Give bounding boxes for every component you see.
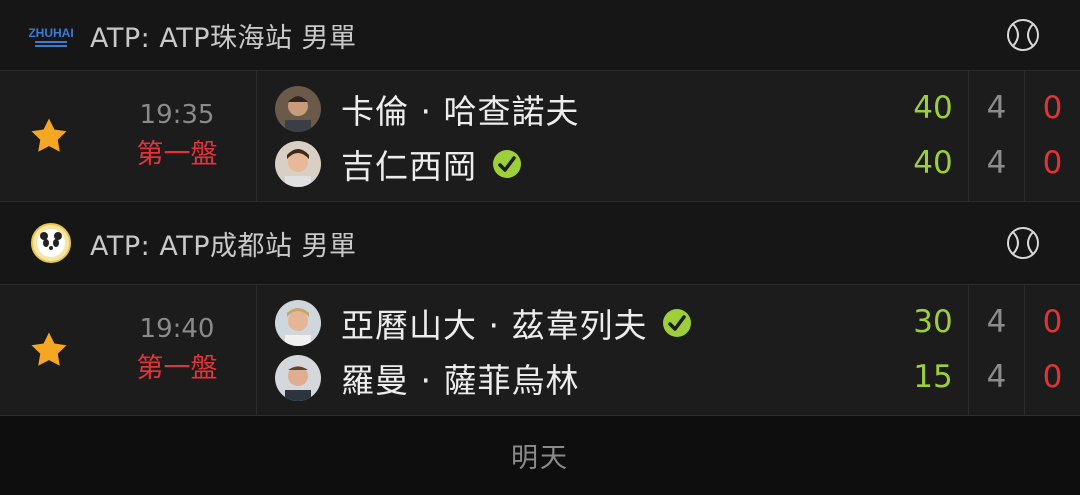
tomorrow-section-button[interactable]: 明天 — [0, 416, 1080, 494]
svg-text:ZHUHAI: ZHUHAI — [29, 26, 73, 40]
sets-score: 0 — [1042, 145, 1063, 181]
player-row: 羅曼 · 薩菲烏林 — [275, 350, 898, 405]
serving-ball-icon — [493, 149, 521, 178]
match-status: 第一盤 — [136, 353, 218, 384]
games-score: 4 — [986, 145, 1007, 181]
match-card[interactable]: 19:40 第一盤 亞曆山大 · 茲韋列夫 羅曼 · 薩菲烏林 30 15 4 — [0, 284, 1080, 416]
points-score: 40 — [913, 90, 953, 126]
match-status: 第一盤 — [136, 139, 218, 170]
match-card[interactable]: 19:35 第一盤 卡倫 · 哈查諾夫 吉仁西岡 40 40 4 4 0 0 — [0, 70, 1080, 202]
games-column: 4 4 — [968, 285, 1024, 415]
player-name: 羅曼 · 薩菲烏林 — [341, 360, 580, 400]
player-avatar — [275, 140, 321, 187]
games-score: 4 — [986, 359, 1007, 395]
favorite-star-icon[interactable] — [0, 71, 98, 201]
player-name: 吉仁西岡 — [341, 146, 477, 186]
tournament-header[interactable]: ZHUHAI ATP: ATP珠海站 男單 — [0, 0, 1080, 70]
chengdu-open-panda-logo — [28, 220, 74, 266]
sets-score: 0 — [1042, 90, 1063, 126]
tomorrow-label: 明天 — [511, 442, 569, 474]
favorite-star-icon[interactable] — [0, 285, 98, 415]
points-score: 30 — [913, 304, 953, 340]
player-name: 卡倫 · 哈查諾夫 — [341, 91, 580, 131]
tournament-title: ATP: ATP成都站 男單 — [90, 230, 357, 262]
player-avatar — [275, 299, 321, 346]
games-column: 4 4 — [968, 71, 1024, 201]
sets-column: 0 0 — [1024, 71, 1080, 201]
tournament-title: ATP: ATP珠海站 男單 — [90, 22, 357, 54]
points-column: 40 40 — [898, 71, 968, 201]
sets-score: 0 — [1042, 304, 1063, 340]
sets-score: 0 — [1042, 359, 1063, 395]
tournament-header[interactable]: ATP: ATP成都站 男單 — [0, 202, 1080, 284]
tennis-ball-icon[interactable] — [1006, 226, 1040, 260]
games-score: 4 — [986, 90, 1007, 126]
points-score: 15 — [913, 359, 953, 395]
player-name: 亞曆山大 · 茲韋列夫 — [341, 305, 648, 345]
games-score: 4 — [986, 304, 1007, 340]
player-row: 亞曆山大 · 茲韋列夫 — [275, 295, 898, 350]
sets-column: 0 0 — [1024, 285, 1080, 415]
score-board: 30 15 4 4 0 0 — [898, 285, 1080, 415]
match-time: 19:35 — [139, 100, 215, 130]
player-avatar — [275, 85, 321, 132]
match-time: 19:40 — [139, 314, 215, 344]
points-score: 40 — [913, 145, 953, 181]
score-board: 40 40 4 4 0 0 — [898, 71, 1080, 201]
player-row: 卡倫 · 哈查諾夫 — [275, 81, 898, 136]
zhuhai-championships-logo: ZHUHAI — [28, 12, 74, 58]
player-avatar — [275, 354, 321, 401]
tennis-ball-icon[interactable] — [1006, 18, 1040, 52]
points-column: 30 15 — [898, 285, 968, 415]
serving-ball-icon — [663, 308, 692, 337]
player-row: 吉仁西岡 — [275, 136, 898, 191]
